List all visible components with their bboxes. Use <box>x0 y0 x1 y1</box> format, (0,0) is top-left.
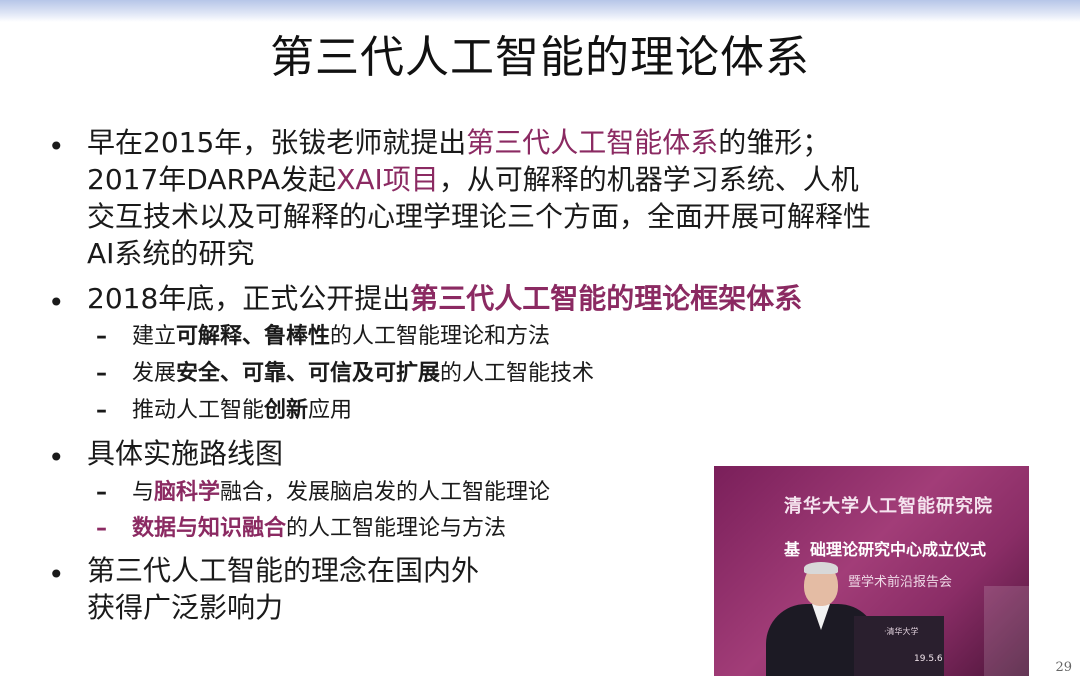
top-gradient-bar <box>0 0 1080 22</box>
sub-dash: – <box>96 398 107 423</box>
bullet-1-line-2: 2017年DARPA发起XAI项目，从可解释的机器学习系统、人机 <box>87 163 859 196</box>
sub-item-4: 与脑科学融合，发展脑启发的人工智能理论 <box>132 480 551 505</box>
page-number: 29 <box>1055 660 1072 675</box>
photo-banner-line-1: 清华大学人工智能研究院 <box>784 496 993 517</box>
podium-logo: ·清华大学 <box>884 627 919 636</box>
bullet-dot: • <box>48 558 65 591</box>
bullet-dot: • <box>48 130 65 163</box>
bullet-dot: • <box>48 441 65 474</box>
sub-dash: – <box>96 324 107 349</box>
bullet-1-line-4: AI系统的研究 <box>87 237 255 270</box>
slide-title: 第三代人工智能的理论体系 <box>270 32 810 83</box>
podium <box>854 616 944 676</box>
sub-dash: – <box>96 516 107 541</box>
sub-item-5: 数据与知识融合的人工智能理论与方法 <box>132 516 507 541</box>
speaker-hair <box>804 562 838 574</box>
sub-item-3: 推动人工智能创新应用 <box>132 398 353 423</box>
bullet-3-line-1: 具体实施路线图 <box>87 437 284 470</box>
photo-date: 19.5.6 <box>914 654 943 664</box>
photo-decoration <box>984 586 1029 676</box>
sub-item-2: 发展安全、可靠、可信及可扩展的人工智能技术 <box>132 361 595 386</box>
bullet-2-line-1: 2018年底，正式公开提出第三代人工智能的理论框架体系 <box>87 282 803 315</box>
bullet-1-line-3: 交互技术以及可解释的心理学理论三个方面，全面开展可解释性 <box>87 200 872 233</box>
sub-dash: – <box>96 480 107 505</box>
event-photo: 清华大学人工智能研究院 基 础理论研究中心成立仪式 暨学术前沿报告会 ·清华大学… <box>714 466 1029 676</box>
photo-banner-line-2: 础理论研究中心成立仪式 <box>810 540 987 559</box>
bullet-4-line-2: 获得广泛影响力 <box>87 591 284 624</box>
photo-banner-partial-char: 基 <box>784 540 801 559</box>
sub-item-1: 建立可解释、鲁棒性的人工智能理论和方法 <box>132 324 551 349</box>
bullet-4-line-1: 第三代人工智能的理念在国内外 <box>87 554 480 587</box>
sub-dash: – <box>96 361 107 386</box>
bullet-dot: • <box>48 286 65 319</box>
bullet-1-line-1: 早在2015年，张钹老师就提出第三代人工智能体系的雏形； <box>87 126 831 159</box>
